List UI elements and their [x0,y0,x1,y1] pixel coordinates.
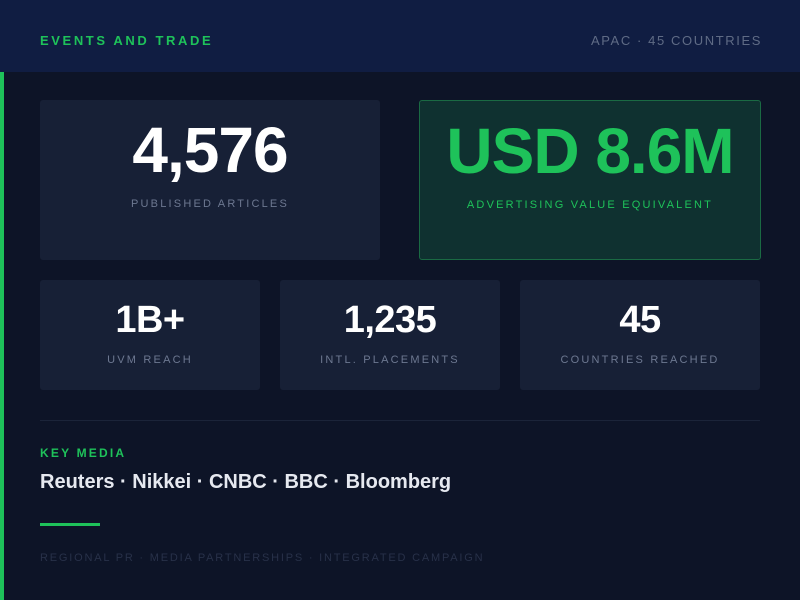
metric-label: PUBLISHED ARTICLES [131,198,289,210]
metric-value: USD 8.6M [446,115,734,187]
metric-card-intl-placements: 1,235 INTL. PLACEMENTS [280,280,500,390]
metric-label: UVM REACH [107,354,193,366]
metric-value: 1,235 [343,299,437,341]
footer-tagline: REGIONAL PR · MEDIA PARTNERSHIPS · INTEG… [40,552,485,564]
key-media-outlets: Reuters · Nikkei · CNBC · BBC · Bloomber… [40,471,452,493]
section-divider [40,420,760,421]
metric-label: INTL. PLACEMENTS [320,354,460,366]
header-title: EVENTS AND TRADE [40,33,214,48]
metric-value: 4,576 [132,114,288,186]
metric-label: COUNTRIES REACHED [560,354,720,366]
metric-label: ADVERTISING VALUE EQUIVALENT [466,199,714,211]
metric-card-published-articles: 4,576 PUBLISHED ARTICLES [40,100,380,260]
metric-value: 1B+ [115,299,185,341]
key-media-label: KEY MEDIA [40,446,127,460]
metric-card-ave: USD 8.6M ADVERTISING VALUE EQUIVALENT [419,100,761,260]
header-region: APAC · 45 COUNTRIES [590,33,762,48]
header: EVENTS AND TRADE APAC · 45 COUNTRIES [0,0,800,72]
metric-card-uvm-reach: 1B+ UVM REACH [40,280,260,390]
metric-value: 45 [619,299,661,341]
accent-underline [40,523,100,526]
metric-card-countries-reached: 45 COUNTRIES REACHED [520,280,760,390]
left-accent-bar [0,72,4,600]
